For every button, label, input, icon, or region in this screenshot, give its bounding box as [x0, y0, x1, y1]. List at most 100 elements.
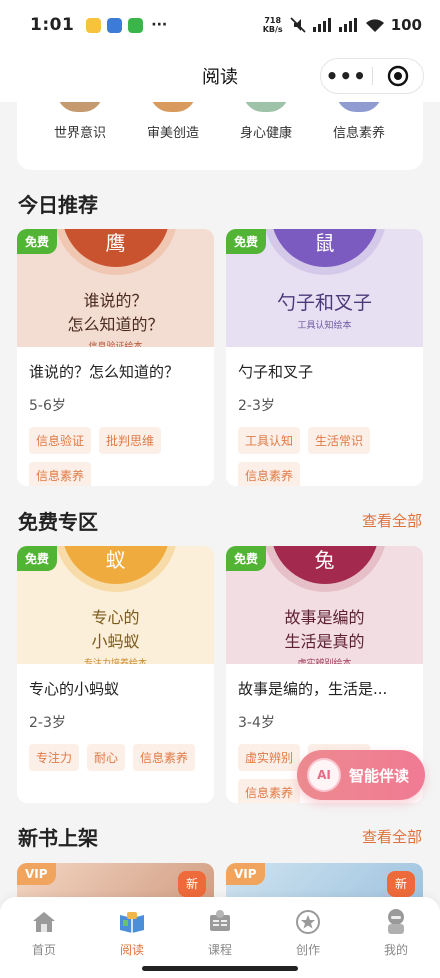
category-item-world[interactable]: 世界意识: [35, 102, 125, 141]
category-illustration: [150, 102, 196, 112]
profile-icon: [381, 907, 411, 937]
status-app-icons: ···: [86, 17, 167, 33]
book-card[interactable]: VIP 新: [17, 863, 214, 897]
status-time: 1:01: [30, 15, 75, 35]
tag: 耐心: [87, 744, 126, 771]
cover-title: 勺子和叉子: [226, 291, 423, 315]
ai-reading-button[interactable]: AI 智能伴读: [297, 750, 425, 800]
book-title: 谁说的？怎么知道的？: [29, 363, 180, 381]
book-cover: 兔 故事是编的 生活是真的 虚实辨别绘本 免费: [226, 546, 423, 664]
home-indicator: [142, 966, 298, 971]
book-cover: VIP 新: [17, 863, 214, 897]
book-title: 专心的小蚂蚁: [29, 680, 120, 698]
tag-list: 专注力 耐心 信息素养: [29, 744, 214, 771]
tag: 信息验证: [29, 427, 92, 454]
ai-icon: AI: [307, 758, 341, 792]
tag: 信息素养: [238, 462, 301, 486]
tag-list: 信息验证 批判思维 信息素养: [29, 427, 214, 486]
new-badge: 新: [178, 871, 206, 897]
cover-subtitle: 专注力培养绘本: [83, 659, 147, 664]
sigma-app-icon: [107, 17, 123, 33]
book-card[interactable]: VIP 新: [226, 863, 423, 897]
category-illustration: [57, 102, 103, 112]
book-age: 2-3岁: [29, 715, 66, 731]
tag: 信息素养: [29, 462, 92, 486]
free-badge: 免费: [17, 229, 58, 254]
cover-title: 谁说的？ 怎么知道的？: [17, 289, 214, 337]
course-icon: [205, 907, 235, 937]
cover-subtitle: 信息验证绘本: [88, 342, 143, 347]
cover-title-line: 小蚂蚁: [91, 632, 140, 651]
category-card: 世界意识 审美创造 身心健康 信息素养: [17, 102, 423, 170]
network-speed: 718 KB/s: [263, 16, 283, 34]
cover-title: 专心的 小蚂蚁: [17, 606, 214, 654]
cover-title-line: 谁说的？: [83, 291, 148, 310]
book-card[interactable]: 鼠 勺子和叉子 工具认知绘本 免费 勺子和叉子 2-3岁 工具认知 生活常识 信…: [226, 229, 423, 486]
cover-title-line: 故事是编的: [284, 608, 365, 627]
category-label: 身心健康: [239, 126, 292, 141]
book-age: 3-4岁: [238, 715, 275, 731]
tab-label: 创作: [295, 943, 320, 957]
book-age: 5-6岁: [29, 398, 66, 414]
star-icon: [293, 907, 323, 937]
tab-label: 阅读: [119, 943, 144, 957]
status-bar: 1:01 ··· 718 KB/s 100: [0, 0, 440, 50]
category-illustration: [243, 102, 289, 112]
tab-label: 我的: [383, 943, 408, 957]
category-label: 世界意识: [53, 126, 106, 141]
new-badge: 新: [387, 871, 415, 897]
cover-title-line: 生活是真的: [284, 632, 365, 651]
signal-icon-2: [338, 18, 357, 32]
tag: 信息素养: [238, 779, 301, 803]
free-badge: 免费: [17, 546, 58, 571]
book-cover: 鹰 谁说的？ 怎么知道的？ 信息验证绘本 免费: [17, 229, 214, 347]
category-item-info[interactable]: 信息素养: [314, 102, 404, 141]
tag: 工具认知: [238, 427, 301, 454]
book-title: 故事是编的，生活是...: [238, 680, 388, 698]
more-menu-button[interactable]: •••: [321, 58, 372, 94]
cover-title: 故事是编的 生活是真的: [226, 606, 423, 654]
tag: 批判思维: [99, 427, 162, 454]
close-program-button[interactable]: [373, 65, 424, 87]
status-indicators: 718 KB/s 100: [263, 16, 422, 34]
book-title: 勺子和叉子: [238, 363, 314, 381]
book-card[interactable]: 蚁 专心的 小蚂蚁 专注力培养绘本 免费 专心的小蚂蚁 2-3岁 专注力 耐心 …: [17, 546, 214, 803]
cover-subtitle: 虚实辨别绘本: [297, 659, 352, 664]
cover-title-line: 怎么知道的？: [67, 315, 164, 334]
category-item-aesthetic[interactable]: 审美创造: [128, 102, 218, 141]
tab-label: 首页: [31, 943, 56, 957]
ai-label: 智能伴读: [349, 766, 410, 785]
free-badge: 免费: [226, 229, 267, 254]
free-badge: 免费: [226, 546, 267, 571]
nav-bar: 阅读 •••: [0, 50, 440, 102]
mini-program-capsule: •••: [320, 58, 424, 94]
tab-home[interactable]: 首页: [0, 897, 88, 978]
book-card[interactable]: 鹰 谁说的？ 怎么知道的？ 信息验证绘本 免费 谁说的？怎么知道的？ 5-6岁 …: [17, 229, 214, 486]
page-title: 阅读: [202, 67, 238, 88]
tab-label: 课程: [207, 943, 232, 957]
mute-icon: [290, 17, 306, 33]
book-age: 2-3岁: [238, 398, 275, 414]
message-app-icon: [86, 17, 102, 33]
book-cover: VIP 新: [226, 863, 423, 897]
target-icon: [387, 65, 408, 87]
new-see-all-link[interactable]: 查看全部: [362, 826, 422, 847]
category-item-health[interactable]: 身心健康: [221, 102, 311, 141]
section-title-new: 新书上架: [18, 826, 98, 850]
tag: 虚实辨别: [238, 744, 301, 771]
network-speed-unit: KB/s: [262, 25, 283, 34]
tab-profile[interactable]: 我的: [352, 897, 440, 978]
category-illustration: [336, 102, 382, 112]
tag: 信息素养: [133, 744, 196, 771]
wechat-icon: [128, 17, 144, 33]
free-see-all-link[interactable]: 查看全部: [362, 510, 422, 531]
network-speed-value: 718: [264, 16, 282, 25]
cover-title-line: 专心的: [91, 608, 140, 627]
cover-subtitle: 工具认知绘本: [297, 321, 352, 331]
tag: 生活常识: [308, 427, 371, 454]
section-title-today: 今日推荐: [18, 193, 98, 217]
tag-list: 工具认知 生活常识 信息素养: [238, 427, 423, 486]
vip-badge: VIP: [17, 863, 56, 885]
book-cover: 蚁 专心的 小蚂蚁 专注力培养绘本 免费: [17, 546, 214, 664]
category-label: 审美创造: [146, 126, 199, 141]
